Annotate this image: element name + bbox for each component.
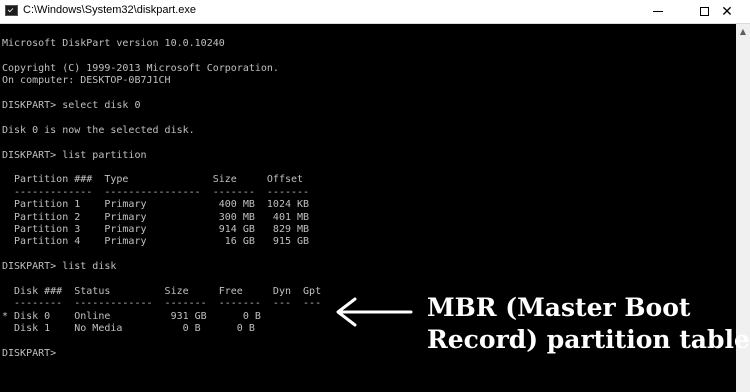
console-line: * Disk 0 Online 931 GB 0 B [2, 310, 261, 322]
annotation-line-2: Record) partition table [427, 325, 750, 354]
console-line: Disk 1 No Media 0 B 0 B [2, 323, 255, 335]
title-bar[interactable]: C:\Windows\System32\diskpart.exe ✕ [0, 0, 750, 24]
console-line: Disk ### Status Size Free Dyn Gpt [2, 286, 322, 297]
left-arrow-icon [336, 297, 413, 327]
console-line: ------------- ---------------- ------- -… [2, 186, 310, 198]
console-line: Partition 4 Primary 16 GB 915 GB [2, 236, 310, 248]
console-line: Copyright (C) 1999-2013 Microsoft Corpor… [2, 62, 279, 74]
console-app-icon [5, 5, 18, 16]
console-line: Microsoft DiskPart version 10.0.10240 [2, 38, 225, 49]
console-line: On computer: DESKTOP-0B7J1CH [2, 75, 171, 87]
diskpart-window: C:\Windows\System32\diskpart.exe ✕ Micro… [0, 0, 750, 392]
annotation-line-1: MBR (Master Boot [427, 293, 691, 322]
console-line: Disk 0 is now the selected disk. [2, 124, 195, 136]
console-line: -------- ------------- ------- ------- -… [2, 298, 322, 310]
console-line: Partition ### Type Size Offset [2, 174, 304, 186]
console-line: DISKPART> select disk 0 [2, 100, 141, 111]
close-icon: ✕ [721, 3, 733, 20]
minimize-icon [653, 11, 663, 12]
console-line: DISKPART> list disk [2, 261, 117, 273]
close-button[interactable]: ✕ [704, 0, 750, 23]
mbr-annotation: MBR (Master Boot Record) partition table [427, 292, 750, 356]
console-line: DISKPART> list partition [2, 149, 147, 161]
window-title: C:\Windows\System32\diskpart.exe [23, 4, 197, 16]
console-line: Partition 2 Primary 300 MB 401 MB [2, 211, 310, 223]
console-line: DISKPART> [2, 348, 57, 359]
scroll-up-arrow-icon[interactable]: ▲ [736, 24, 750, 38]
minimize-button[interactable] [635, 0, 681, 23]
console-line: Partition 3 Primary 914 GB 829 MB [2, 224, 310, 235]
console-line: Partition 1 Primary 400 MB 1024 KB [2, 199, 310, 211]
